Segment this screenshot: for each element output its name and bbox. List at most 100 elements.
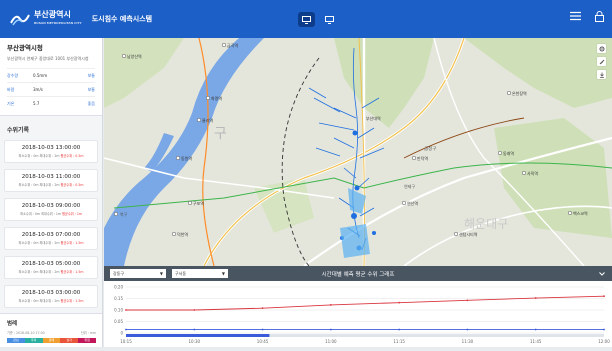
monitor-icon <box>302 15 311 24</box>
line-chart: 0.20 0.15 0.10 0.05 0 10:15 10:30 10:45 11:00 11:… <box>114 285 610 345</box>
data-point <box>466 299 469 302</box>
lock-icon[interactable] <box>595 11 604 22</box>
map-label[interactable]: 온천장역 <box>512 90 527 96</box>
x-tick-label: 11:15 <box>393 339 405 344</box>
record-time: 2018-10-03 07:00:00 <box>21 232 81 238</box>
data-point <box>329 304 332 306</box>
data-point <box>603 295 605 298</box>
records-title: 수위기록 <box>7 127 30 134</box>
record-card[interactable]: 2018-10-03 03:00:00 최소수위 : 0m 최대수위 : 2m 평… <box>4 285 98 308</box>
map-label[interactable]: 덕천역 <box>177 231 188 237</box>
record-card[interactable]: 2018-10-03 07:00:00 최소수위 : 0m 최대수위 : 2m 평… <box>4 227 98 250</box>
record-average: 평균수위 : 1.5m <box>60 270 84 274</box>
area-select[interactable]: 구서동 ▼ <box>172 269 228 278</box>
legend-date: 기준 : 2018-08-10 17:00 <box>7 331 45 335</box>
weather-list: 강수량 0.5mm 보통 바람 3m/s 보통 기온 5.7 좋음 <box>7 68 95 110</box>
record-time: 2018-10-03 11:00:00 <box>21 174 81 180</box>
map-label[interactable]: 화명역 <box>211 95 222 101</box>
data-point <box>261 307 264 310</box>
city-name: 부산광역시청 <box>7 44 43 52</box>
map-label[interactable]: 율리역 <box>202 117 213 123</box>
x-tick-label: 11:45 <box>530 339 542 344</box>
map-label[interactable]: 만덕역 <box>417 155 428 161</box>
record-list: 2018-10-03 13:00:00 최소수위 : 0m 최대수위 : 2m 평… <box>0 140 102 308</box>
legend-level: 주의 <box>24 338 43 343</box>
area-select-value: 구서동 <box>175 270 187 276</box>
weather-status: 좋음 <box>87 100 95 106</box>
tool-settings[interactable] <box>597 44 606 53</box>
y-tick-label: 0.05 <box>114 319 123 324</box>
legend-color-scale: 관심 주의 경계 심각 위험 <box>7 338 96 343</box>
app-title: 도시침수 예측시스템 <box>91 15 153 23</box>
map-label[interactable]: 부산대역 <box>366 115 381 121</box>
sidebar: 부산광역시청 부산광역시 연제구 중앙대로 1001 부산광역시청 강수량 0.5… <box>0 38 103 347</box>
chart-header: 강동구 ▼ 구서동 ▼ 시간대별 예측 평균 수위 그래프 <box>104 266 612 281</box>
view-button-split[interactable] <box>321 12 338 27</box>
map-view[interactable]: 구 금곡역 남양산역 화명역 율리역 동원역 구포역 덕천역 만덕역 부산대역 … <box>104 38 612 266</box>
map-label[interactable]: 센텀시티역 <box>459 231 478 237</box>
map-label[interactable]: 사직역 <box>527 170 538 176</box>
record-min-max: 최소수위 : 0m 최대수위 : 2m <box>18 154 61 158</box>
view-toggle <box>298 12 338 27</box>
weather-row: 바람 3m/s 보통 <box>7 82 95 96</box>
timeline-progress <box>126 334 270 337</box>
map-label-area: 금정구 <box>424 145 436 152</box>
record-average: 평균수위 : 1m <box>61 212 82 216</box>
record-card[interactable]: 2018-10-03 13:00:00 최소수위 : 0m 최대수위 : 2m 평… <box>4 140 98 163</box>
weather-row: 강수량 0.5mm 보통 <box>7 68 95 82</box>
weather-label: 바람 <box>7 86 15 92</box>
legend-level: 관심 <box>7 338 25 343</box>
data-point <box>329 328 332 331</box>
caret-down-icon: ▼ <box>159 271 163 276</box>
view-button-map[interactable] <box>298 12 315 27</box>
district-select[interactable]: 강동구 ▼ <box>110 269 166 278</box>
tool-measure[interactable] <box>597 57 606 66</box>
x-tick-label: 10:45 <box>257 339 269 344</box>
weather-value: 5.7 <box>33 100 40 106</box>
map-tools <box>597 44 606 79</box>
data-point <box>603 328 605 331</box>
chart-panel: 강동구 ▼ 구서동 ▼ 시간대별 예측 평균 수위 그래프 0.20 0.15 0.… <box>104 266 612 347</box>
district-select-value: 강동구 <box>113 270 125 276</box>
record-info: 최소수위 : 0m 최대수위 : 2m 평균수위 : 1.5m <box>9 269 93 274</box>
legend-level: 심각 <box>60 338 79 343</box>
menu-icon[interactable] <box>570 11 581 21</box>
map-label[interactable]: 동원역 <box>181 155 192 161</box>
data-point <box>261 328 264 331</box>
city-logo[interactable]: 부산광역시 BUSAN METROPOLITAN CITY <box>10 10 82 28</box>
y-tick-label: 0.15 <box>114 296 123 301</box>
map-label[interactable]: 구포역 <box>193 200 204 206</box>
map-label[interactable]: 동래역 <box>503 150 514 156</box>
record-card[interactable]: 2018-10-03 05:00:00 최소수위 : 0m 최대수위 : 2m 평… <box>4 256 98 279</box>
data-point <box>193 309 196 311</box>
tool-download[interactable] <box>597 70 606 79</box>
busan-logo-icon <box>10 14 30 26</box>
map-label[interactable]: 연산역 <box>407 200 418 206</box>
x-tick-label: 11:30 <box>462 339 474 344</box>
record-card[interactable]: 2018-10-03 09:00:00 최소수위 : 0m 최대수위 : 1m 평… <box>4 198 98 221</box>
record-info: 최소수위 : 0m 최대수위 : 2m 평균수위 : 1.5m <box>9 298 93 303</box>
weather-value: 0.5mm <box>33 72 48 78</box>
record-min-max: 최소수위 : 0m 최대수위 : 2m <box>18 183 61 187</box>
data-point <box>125 309 127 311</box>
data-point <box>534 328 537 331</box>
top-app-bar: 부산광역시 BUSAN METROPOLITAN CITY 도시침수 예측시스템 <box>0 0 612 38</box>
legend-title: 범례 <box>7 321 18 327</box>
logo-text: 부산광역시 BUSAN METROPOLITAN CITY <box>34 10 82 28</box>
map-label-area: 북구 <box>120 212 128 217</box>
logo-subtitle: BUSAN METROPOLITAN CITY <box>34 21 82 25</box>
x-tick-label: 10:30 <box>189 339 201 344</box>
collapse-button[interactable] <box>597 269 606 278</box>
legend: 범례 기준 : 2018-08-10 17:00 단위 : mm 관심 주의 경계 심… <box>0 313 102 347</box>
record-time: 2018-10-03 13:00:00 <box>21 145 81 151</box>
map-label[interactable]: 벡스코역 <box>573 210 588 216</box>
legend-level: 경계 <box>42 338 61 343</box>
record-info: 최소수위 : 0m 최대수위 : 2m 평균수위 : 0.5m <box>9 182 93 187</box>
record-card[interactable]: 2018-10-03 11:00:00 최소수위 : 0m 최대수위 : 2m 평… <box>4 169 98 192</box>
map-label[interactable]: 금곡역 <box>227 42 238 48</box>
map-label[interactable]: 남양산역 <box>127 53 142 59</box>
ruler-icon <box>599 59 604 64</box>
map-canvas[interactable]: 구 금곡역 남양산역 화명역 율리역 동원역 구포역 덕천역 만덕역 부산대역 … <box>104 38 612 266</box>
gear-icon <box>599 46 604 51</box>
data-point <box>125 328 127 331</box>
